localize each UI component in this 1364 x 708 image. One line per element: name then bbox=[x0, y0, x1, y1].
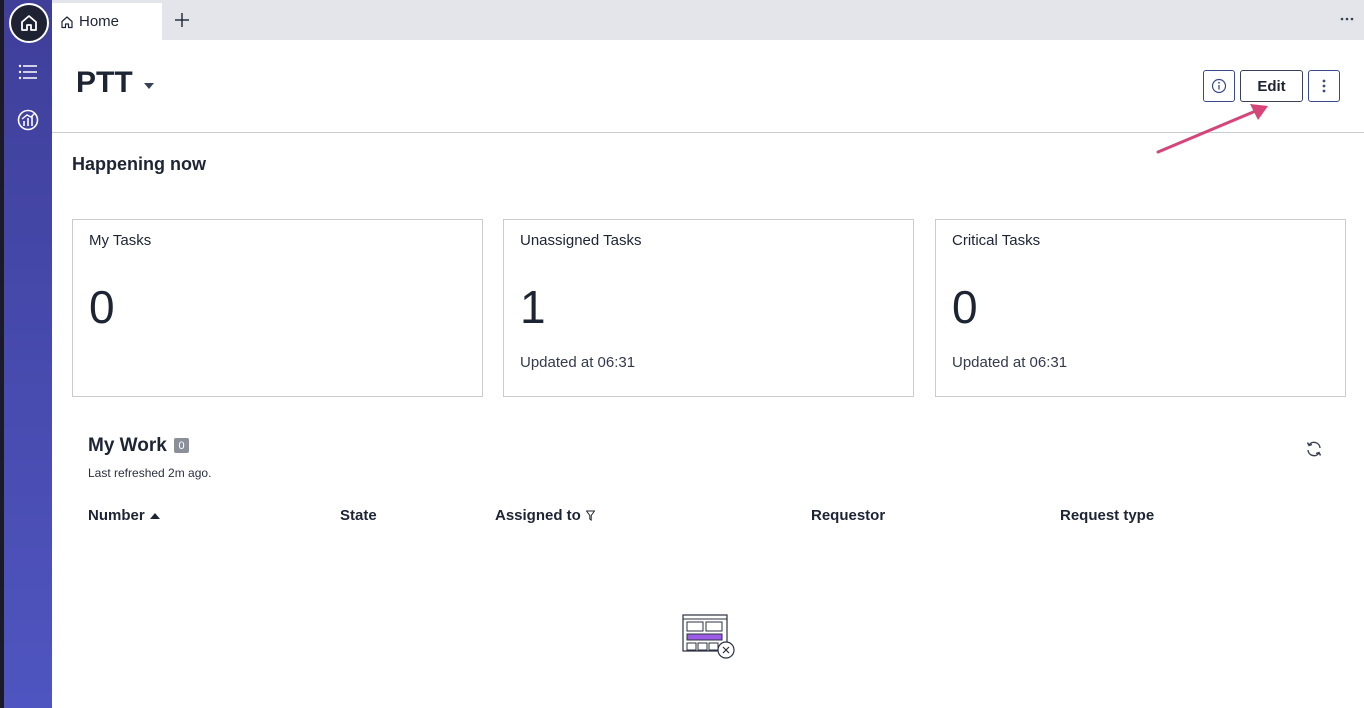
caret-down-icon[interactable] bbox=[143, 82, 155, 90]
tab-home[interactable]: Home bbox=[52, 3, 162, 40]
tab-home-label: Home bbox=[79, 13, 120, 30]
more-options-button[interactable] bbox=[1308, 70, 1340, 102]
column-label: Requestor bbox=[811, 507, 886, 524]
unassigned-tasks-card[interactable]: Unassigned Tasks 1 Updated at 06:31 bbox=[503, 219, 914, 397]
more-vertical-icon bbox=[1322, 79, 1326, 93]
empty-state-icon bbox=[682, 614, 735, 659]
sort-ascending-icon bbox=[149, 513, 160, 519]
column-label: State bbox=[340, 507, 377, 524]
card-title: My Tasks bbox=[89, 232, 152, 249]
analytics-icon bbox=[17, 109, 39, 131]
column-label: Number bbox=[88, 507, 145, 524]
column-header-assigned-to[interactable]: Assigned to bbox=[495, 507, 595, 524]
annotation-arrow bbox=[1156, 104, 1268, 154]
home-icon bbox=[61, 15, 73, 28]
page-title: PTT bbox=[76, 66, 133, 99]
column-header-requestor[interactable]: Requestor bbox=[811, 507, 885, 524]
my-work-count-badge: 0 bbox=[174, 438, 189, 453]
tab-bar: Home bbox=[52, 0, 1364, 40]
add-tab-button[interactable] bbox=[172, 10, 192, 30]
column-header-number[interactable]: Number bbox=[88, 507, 160, 524]
critical-tasks-card[interactable]: Critical Tasks 0 Updated at 06:31 bbox=[935, 219, 1346, 397]
filter-icon[interactable] bbox=[585, 510, 595, 521]
card-value: 0 bbox=[952, 281, 978, 333]
card-updated-time: Updated at 06:31 bbox=[952, 354, 1068, 371]
column-label: Request type bbox=[1060, 507, 1155, 524]
my-tasks-card[interactable]: My Tasks 0 bbox=[72, 219, 483, 397]
card-value: 0 bbox=[89, 281, 115, 333]
card-value: 1 bbox=[520, 281, 546, 333]
more-horizontal-icon[interactable] bbox=[1340, 14, 1354, 24]
info-button[interactable] bbox=[1203, 70, 1235, 102]
column-header-request-type[interactable]: Request type bbox=[1060, 507, 1154, 524]
analytics-nav-button[interactable] bbox=[16, 108, 40, 132]
left-sidebar bbox=[0, 0, 52, 708]
card-title: Unassigned Tasks bbox=[520, 232, 642, 249]
list-icon bbox=[18, 64, 37, 80]
home-icon bbox=[21, 15, 37, 31]
list-nav-button[interactable] bbox=[16, 60, 40, 84]
column-label: Assigned to bbox=[495, 507, 581, 524]
card-title: Critical Tasks bbox=[952, 232, 1041, 249]
home-nav-button[interactable] bbox=[9, 3, 49, 43]
plus-icon bbox=[175, 13, 189, 27]
edit-button[interactable]: Edit bbox=[1240, 70, 1303, 102]
last-refreshed-text: Last refreshed 2m ago. bbox=[88, 466, 212, 480]
refresh-icon[interactable] bbox=[1305, 440, 1323, 458]
column-header-state[interactable]: State bbox=[340, 507, 377, 524]
happening-now-heading: Happening now bbox=[72, 154, 206, 174]
my-work-heading: My Work bbox=[88, 435, 167, 456]
info-icon bbox=[1211, 78, 1227, 94]
card-updated-time: Updated at 06:31 bbox=[520, 354, 636, 371]
